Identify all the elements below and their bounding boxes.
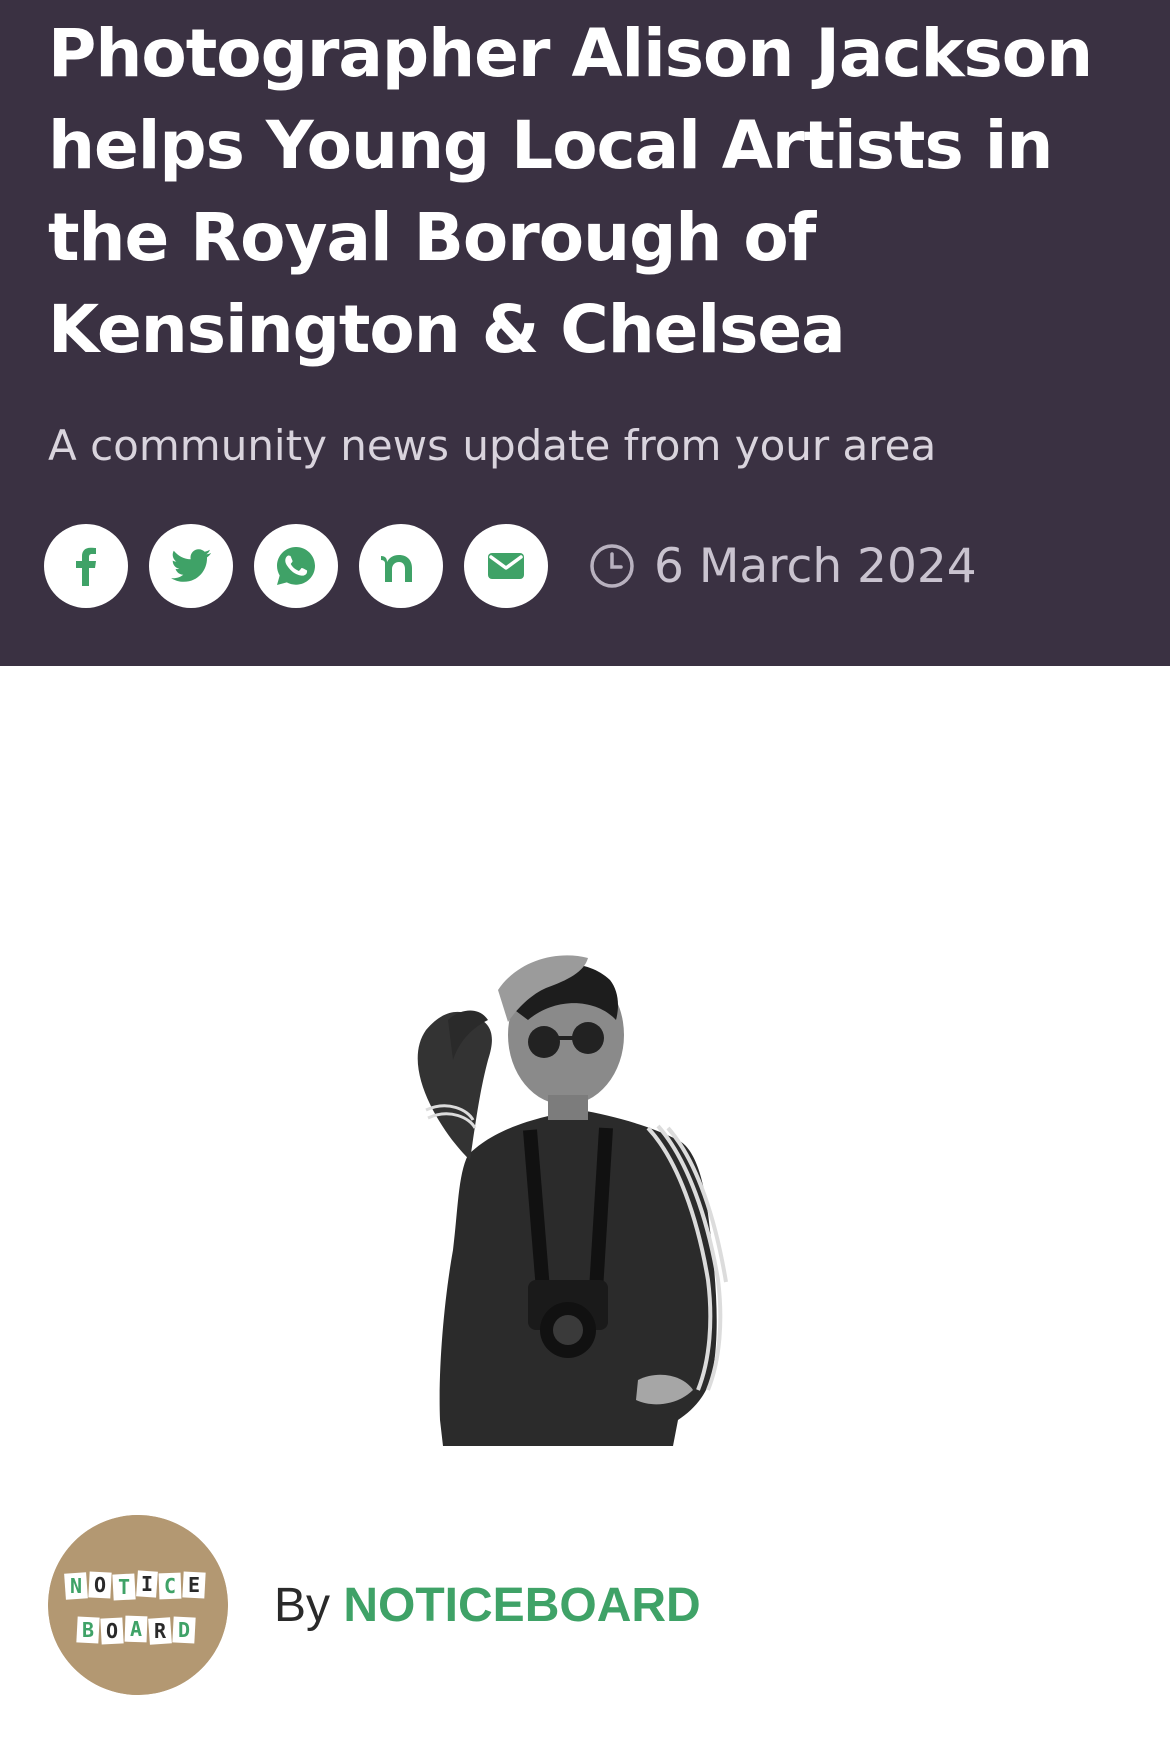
logo-letter: A <box>130 1617 142 1641</box>
logo-letter: D <box>178 1618 190 1642</box>
logo-letter: C <box>164 1574 176 1598</box>
share-bar: 6 March 2024 <box>44 524 977 608</box>
noticeboard-logo-icon: N O T I C E B O A R D <box>48 1515 228 1695</box>
byline-text: By NOTICEBOARD <box>274 1578 701 1633</box>
share-whatsapp-button[interactable] <box>254 524 338 608</box>
article-subtitle: A community news update from your area <box>48 421 937 470</box>
logo-letter: B <box>82 1618 94 1642</box>
logo-letter: R <box>154 1619 167 1643</box>
logo-letter: O <box>106 1619 118 1643</box>
logo-letter: N <box>70 1574 82 1598</box>
byline-prefix: By <box>274 1578 331 1632</box>
clock-icon <box>590 544 634 588</box>
logo-letter: I <box>141 1572 153 1596</box>
whatsapp-icon <box>277 547 315 585</box>
share-nextdoor-button[interactable] <box>359 524 443 608</box>
publish-date: 6 March 2024 <box>588 539 977 594</box>
article-header: Photographer Alison Jackson helps Young … <box>0 0 1170 666</box>
share-facebook-button[interactable] <box>44 524 128 608</box>
share-twitter-button[interactable] <box>149 524 233 608</box>
article-headline: Photographer Alison Jackson helps Young … <box>48 15 1093 368</box>
article-photo <box>417 955 728 1446</box>
author-name-link[interactable]: NOTICEBOARD <box>343 1579 700 1632</box>
email-icon <box>488 553 524 579</box>
author-avatar[interactable]: N O T I C E B O A R D <box>48 1515 228 1695</box>
twitter-icon <box>171 549 211 582</box>
facebook-icon <box>76 547 96 586</box>
logo-letter: E <box>188 1573 200 1597</box>
nextdoor-icon <box>381 555 412 582</box>
author-byline: N O T I C E B O A R D By NOTICEBOARD <box>48 1515 701 1695</box>
logo-letter: O <box>94 1573 106 1597</box>
share-email-button[interactable] <box>464 524 548 608</box>
publish-date-text: 6 March 2024 <box>654 538 977 594</box>
logo-letter: T <box>118 1575 130 1599</box>
